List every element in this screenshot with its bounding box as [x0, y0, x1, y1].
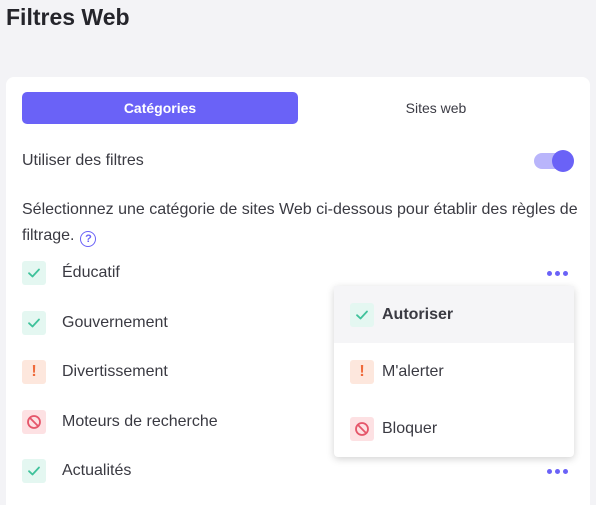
exclamation-icon: !: [350, 359, 374, 384]
help-icon[interactable]: ?: [80, 231, 97, 247]
block-icon: [350, 416, 374, 441]
description: Sélectionnez une catégorie de sites Web …: [22, 197, 578, 249]
tab-bar: Catégories Sites web: [22, 92, 574, 124]
tab-sites-web[interactable]: Sites web: [298, 92, 574, 124]
tab-categories[interactable]: Catégories: [22, 92, 298, 124]
action-menu: Autoriser ! M'alerter Bloquer: [334, 286, 574, 457]
check-icon: [22, 311, 46, 335]
menu-item-m-alerter[interactable]: ! M'alerter: [334, 343, 574, 400]
menu-item-label: Autoriser: [382, 305, 454, 323]
category-label: Gouvernement: [62, 314, 168, 331]
category-label: Moteurs de recherche: [62, 413, 218, 430]
use-filters-row: Utiliser des filtres: [22, 150, 574, 172]
check-icon: [22, 261, 46, 285]
menu-item-label: M'alerter: [382, 362, 444, 380]
menu-item-label: Bloquer: [382, 419, 438, 437]
page-title: Filtres Web: [6, 4, 130, 30]
description-text: Sélectionnez une catégorie de sites Web …: [22, 201, 578, 244]
category-label: Divertissement: [62, 363, 168, 380]
category-row-actualites[interactable]: Actualités: [22, 458, 574, 484]
more-options-button[interactable]: [540, 458, 574, 484]
category-row-educatif[interactable]: Éducatif: [22, 260, 574, 286]
category-label: Actualités: [62, 462, 132, 479]
menu-item-bloquer[interactable]: Bloquer: [334, 400, 574, 457]
check-icon: [22, 459, 46, 483]
block-icon: [22, 410, 46, 434]
use-filters-label: Utiliser des filtres: [22, 152, 144, 169]
use-filters-toggle[interactable]: [532, 150, 574, 172]
category-label: Éducatif: [62, 264, 120, 281]
more-options-button[interactable]: [540, 260, 574, 286]
exclamation-icon: !: [22, 360, 46, 384]
check-icon: [350, 302, 374, 327]
toggle-knob: [552, 150, 574, 172]
menu-item-autoriser[interactable]: Autoriser: [334, 286, 574, 343]
